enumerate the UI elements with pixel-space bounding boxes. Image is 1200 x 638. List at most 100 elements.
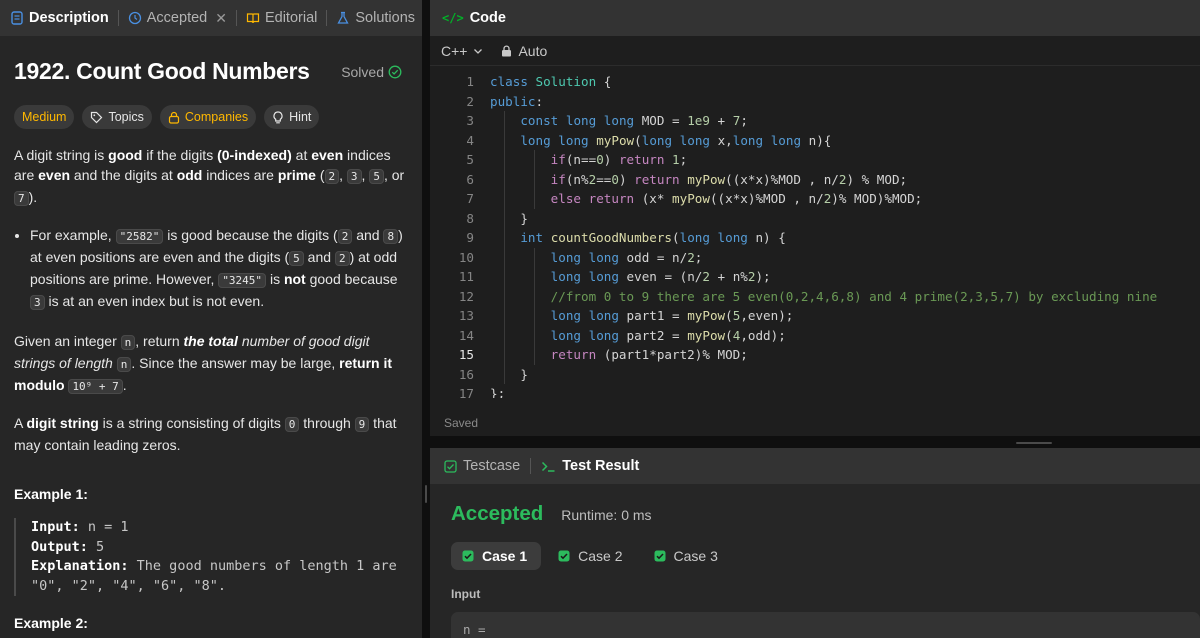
editor-toolbar: C++ Auto bbox=[430, 36, 1200, 66]
tab-editorial[interactable]: Editorial bbox=[246, 0, 317, 36]
code-text: if(n%2==0) return myPow((x*x)%MOD , n/2)… bbox=[474, 169, 907, 189]
line-number: 5 bbox=[466, 152, 474, 167]
inline-code: 10⁹ + 7 bbox=[68, 379, 123, 394]
description-paragraph-3: A digit string is a string consisting of… bbox=[14, 413, 408, 455]
result-panel-header: Testcase Test Result bbox=[430, 448, 1200, 484]
tab-test-result[interactable]: Test Result bbox=[541, 458, 639, 474]
code-line[interactable]: 4 long long myPow(long long x,long long … bbox=[430, 130, 1200, 150]
line-number: 12 bbox=[458, 288, 474, 304]
code-line[interactable]: 10 long long odd = n/2; bbox=[430, 247, 1200, 267]
example-input-line: Input: n = 1 bbox=[31, 518, 414, 538]
inline-code: 5 bbox=[369, 169, 384, 184]
tab-description[interactable]: Description bbox=[10, 0, 109, 36]
problem-title[interactable]: 1922. Count Good Numbers bbox=[14, 58, 310, 85]
hint-button[interactable]: Hint bbox=[264, 105, 320, 129]
case-3-tab[interactable]: Case 3 bbox=[643, 542, 732, 570]
code-line[interactable]: 5 if(n==0) return 1; bbox=[430, 150, 1200, 170]
code-line[interactable]: 6 if(n%2==0) return myPow((x*x)%MOD , n/… bbox=[430, 169, 1200, 189]
tab-accepted[interactable]: Accepted ✕ bbox=[128, 0, 227, 36]
code-line[interactable]: 17}; bbox=[430, 384, 1200, 398]
case-1-tab[interactable]: Case 1 bbox=[451, 542, 542, 570]
result-panel: Testcase Test Result Accepted Runtime: 0… bbox=[430, 448, 1200, 638]
text: indices are bbox=[202, 167, 278, 183]
case-label: Case 3 bbox=[673, 548, 718, 564]
solved-label: Solved bbox=[341, 63, 384, 80]
code-line[interactable]: 8 } bbox=[430, 208, 1200, 228]
testcase-input-value[interactable]: n = bbox=[451, 612, 1200, 638]
example-value: 5 bbox=[87, 538, 105, 555]
line-number: 7 bbox=[466, 191, 474, 206]
close-icon[interactable]: ✕ bbox=[215, 10, 227, 27]
inline-code: 3 bbox=[30, 295, 45, 310]
verdict-label: Accepted bbox=[451, 502, 544, 525]
book-icon bbox=[246, 13, 260, 24]
bold-text: good bbox=[108, 147, 143, 163]
solved-status: Solved bbox=[341, 64, 402, 80]
text: if the digits bbox=[142, 147, 218, 163]
code-line[interactable]: 3 const long long MOD = 1e9 + 7; bbox=[430, 111, 1200, 131]
case-label: Case 2 bbox=[578, 548, 623, 564]
topics-button[interactable]: Topics bbox=[82, 105, 152, 129]
check-badge-icon bbox=[558, 550, 570, 562]
panel-resize-handle[interactable] bbox=[422, 0, 430, 638]
difficulty-label: Medium bbox=[22, 110, 67, 124]
text: is bbox=[266, 271, 284, 287]
inline-code: 9 bbox=[354, 417, 370, 432]
inline-code: n bbox=[120, 335, 136, 350]
example-key: Input: bbox=[31, 519, 80, 535]
code-line[interactable]: 15 return (part1*part2)% MOD; bbox=[430, 345, 1200, 365]
text: , bbox=[339, 167, 347, 183]
flask-icon bbox=[337, 11, 349, 24]
bold-text: (0-indexed) bbox=[217, 147, 292, 163]
code-panel: </> Code C++ Auto 1 class Solution {2 publ… bbox=[430, 0, 1200, 436]
tab-solutions[interactable]: Solutions bbox=[336, 0, 415, 36]
case-2-tab[interactable]: Case 2 bbox=[547, 542, 636, 570]
code-text: long long part2 = myPow(4,odd); bbox=[474, 325, 786, 345]
saved-status: Saved bbox=[444, 416, 479, 430]
line-number: 15 bbox=[458, 347, 474, 362]
code-line[interactable]: 12 //from 0 to 9 there are 5 even(0,2,4,… bbox=[430, 286, 1200, 306]
example-explanation-line: Explanation: The good numbers of length … bbox=[31, 557, 414, 577]
text: A bbox=[14, 415, 27, 431]
chevron-down-icon[interactable] bbox=[473, 46, 483, 56]
problem-content: 1922. Count Good Numbers Solved Medium T… bbox=[0, 58, 422, 455]
panel-resize-handle-horizontal[interactable] bbox=[430, 436, 1200, 448]
text: and the digits at bbox=[70, 167, 177, 183]
code-line[interactable]: 16 } bbox=[430, 364, 1200, 384]
code-line[interactable]: 2 public: bbox=[430, 92, 1200, 112]
line-number: 1 bbox=[466, 74, 474, 89]
tab-testcase[interactable]: Testcase bbox=[444, 458, 520, 474]
text: A digit string is bbox=[14, 147, 109, 163]
inline-code: 2 bbox=[337, 229, 353, 244]
input-label: Input bbox=[451, 587, 481, 601]
line-number: 9 bbox=[466, 230, 474, 245]
code-line[interactable]: 14 long long part2 = myPow(4,odd); bbox=[430, 325, 1200, 345]
tab-description-label: Description bbox=[29, 10, 109, 26]
code-icon: </> bbox=[442, 11, 464, 25]
bold-text: even bbox=[38, 167, 71, 183]
line-number: 17 bbox=[458, 386, 474, 398]
code-panel-header: </> Code bbox=[430, 0, 1200, 36]
companies-button[interactable]: Companies bbox=[159, 105, 257, 129]
auto-mode-toggle[interactable]: Auto bbox=[518, 43, 547, 59]
code-line[interactable]: 1 class Solution { bbox=[430, 72, 1200, 92]
text: Given an integer bbox=[14, 333, 121, 349]
code-line[interactable]: 7 else return (x* myPow((x*x)%MOD , n/2)… bbox=[430, 189, 1200, 209]
code-line[interactable]: 11 long long even = (n/2 + n%2); bbox=[430, 267, 1200, 287]
terminal-icon bbox=[542, 461, 555, 472]
example-1-block: Input: n = 1 Output: 5 Explanation: The … bbox=[14, 518, 414, 596]
lock-icon bbox=[168, 111, 180, 124]
code-line[interactable]: 9 int countGoodNumbers(long long n) { bbox=[430, 228, 1200, 248]
inline-code: "3245" bbox=[218, 273, 267, 288]
line-number: 6 bbox=[466, 171, 474, 187]
text: For example, bbox=[30, 227, 116, 243]
example-key: Explanation: bbox=[31, 558, 129, 574]
code-line[interactable]: 13 long long part1 = myPow(5,even); bbox=[430, 306, 1200, 326]
tab-divider bbox=[326, 10, 328, 26]
text: . Since the answer may be large, bbox=[131, 355, 340, 371]
line-number: 16 bbox=[458, 366, 474, 382]
language-select[interactable]: C++ bbox=[441, 43, 467, 59]
code-editor[interactable]: 1 class Solution {2 public: 3 const long lo… bbox=[430, 72, 1200, 398]
tab-solutions-label: Solutions bbox=[355, 10, 416, 26]
text: and bbox=[303, 249, 335, 265]
